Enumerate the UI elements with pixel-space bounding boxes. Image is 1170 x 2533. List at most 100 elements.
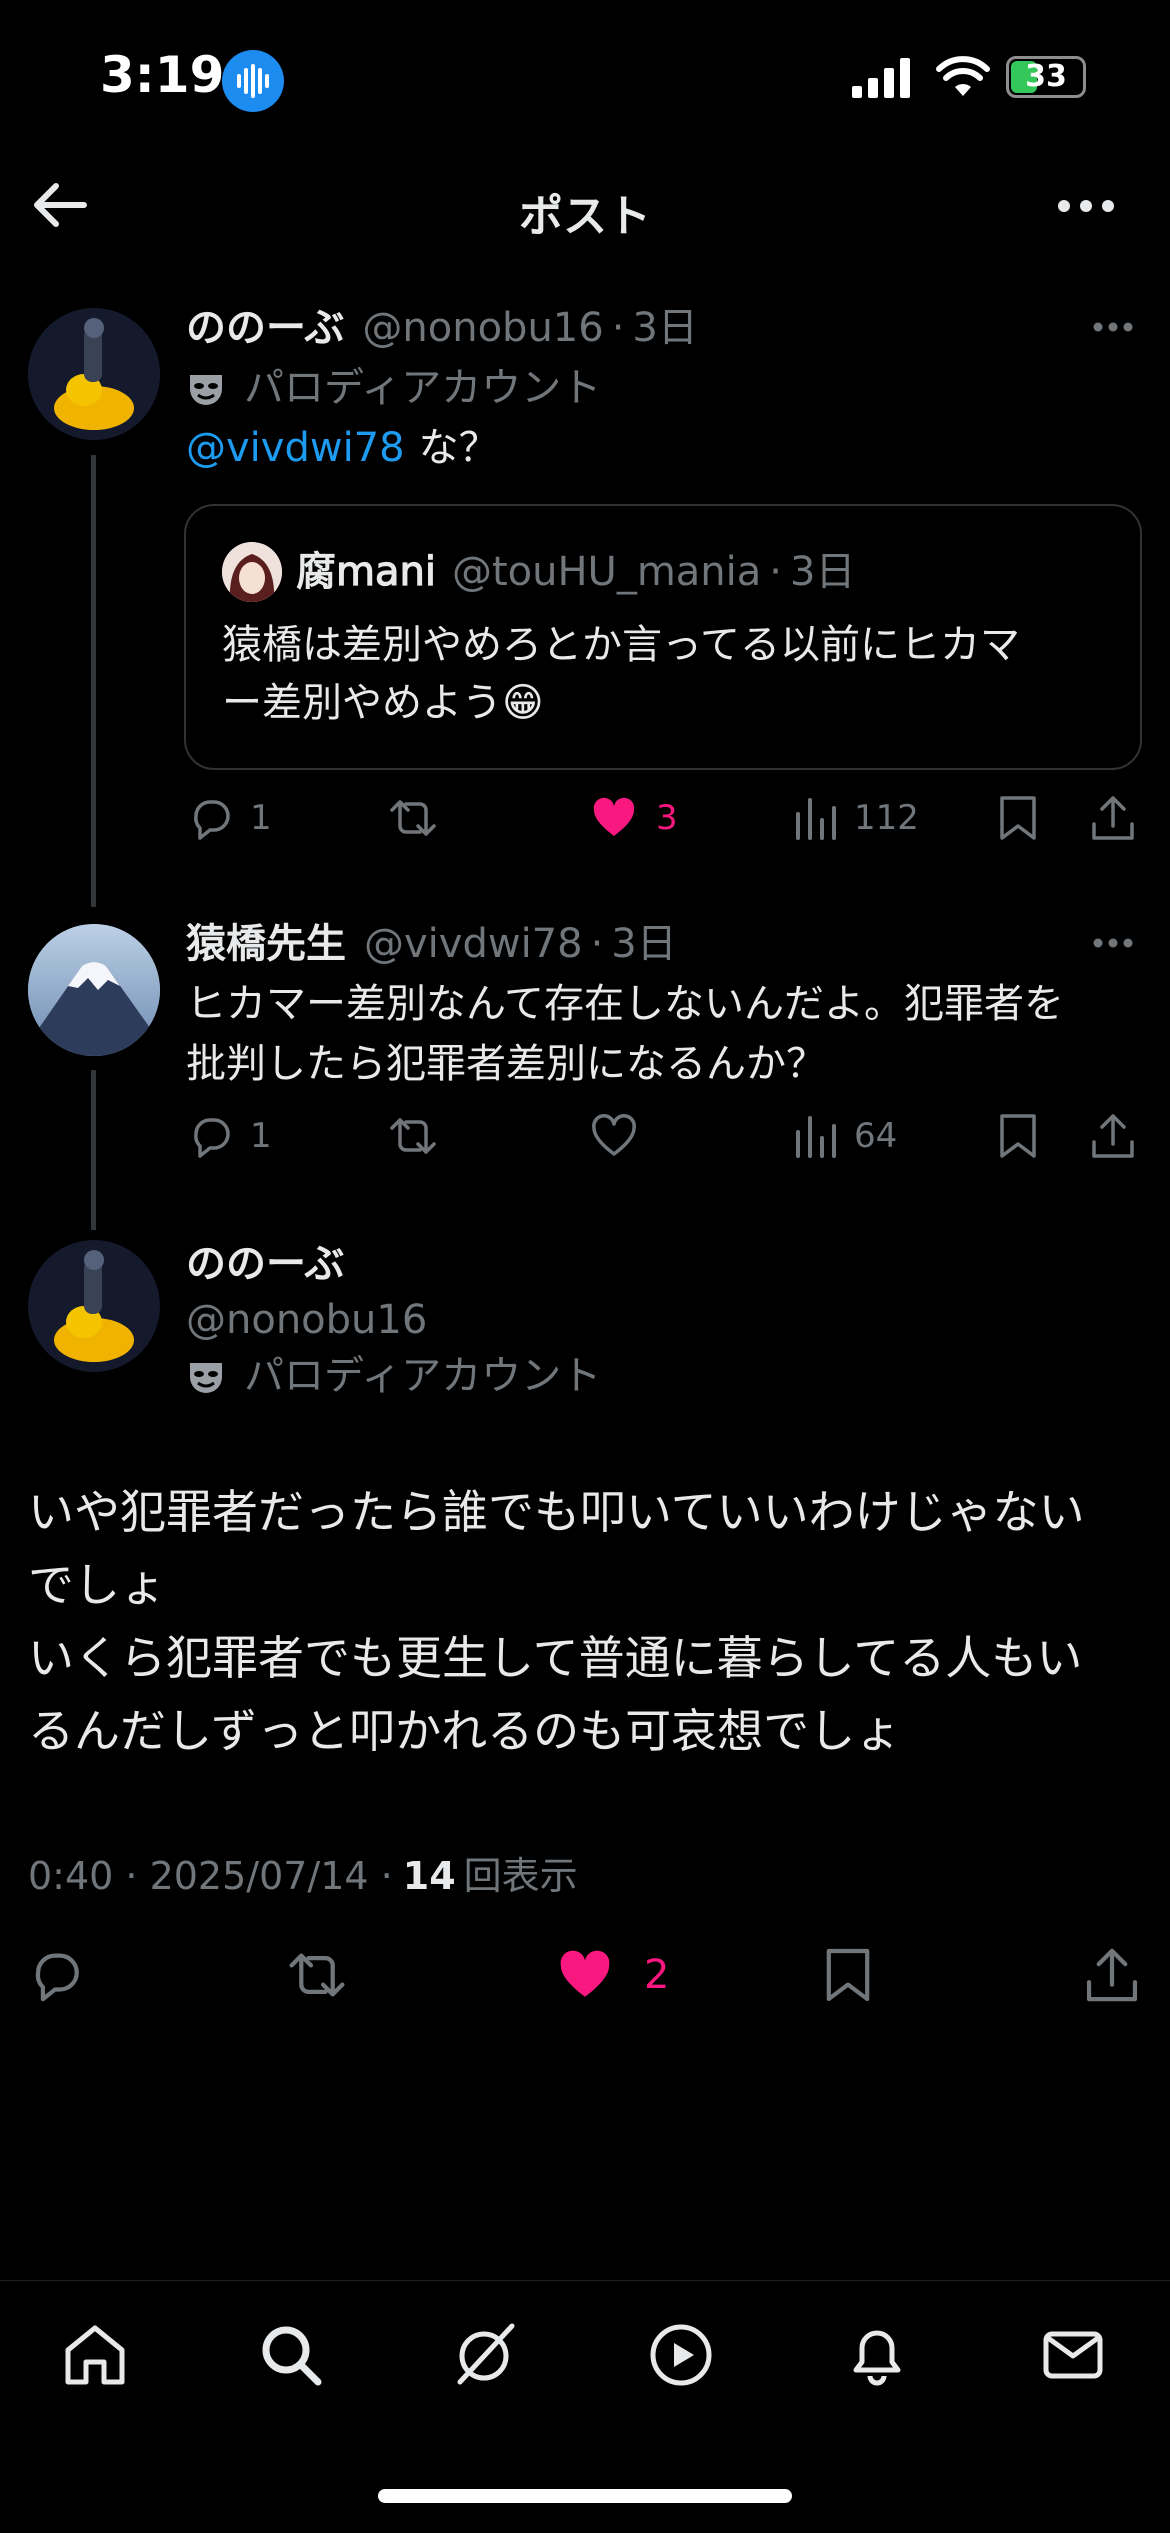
- post-text-line: ヒカマー差別なんて存在しないんだよ。犯罪者を: [186, 981, 1064, 1027]
- main-post-line: いや犯罪者だったら誰でも叩いていいわけじゃない: [28, 1485, 1085, 1539]
- post-meta: 0:40 · 2025/07/14 · 14 回表示: [28, 1850, 578, 1902]
- avatar[interactable]: [28, 308, 160, 440]
- separator-dot: ·: [769, 549, 782, 595]
- main-author: ののーぶ @nonobu16 パロディアカウント: [186, 1236, 601, 1404]
- home-icon[interactable]: [60, 2320, 130, 2394]
- reply-count: 1: [250, 1116, 272, 1156]
- share-button[interactable]: [1084, 1946, 1140, 2004]
- reply-button[interactable]: 1: [186, 794, 272, 842]
- main-post-line: るんだしずっと叩かれるのも可哀想でしょ: [28, 1704, 902, 1758]
- main-post-line: いくら犯罪者でも更生して普通に暮らしてる人もい: [28, 1631, 1083, 1685]
- like-button[interactable]: 3: [590, 794, 678, 842]
- separator-dot: ·: [590, 921, 604, 967]
- like-count: 3: [656, 798, 678, 838]
- quote-user-handle: @touHU_mania: [451, 549, 762, 595]
- heart-icon: [592, 1114, 636, 1156]
- mask-icon: [186, 368, 226, 408]
- bookmark-icon: [1000, 1114, 1036, 1158]
- share-icon: [1092, 1114, 1134, 1158]
- heart-filled-icon: [593, 797, 635, 836]
- notifications-icon[interactable]: [842, 2320, 912, 2394]
- quote-header: 腐𝗆𝖺𝗇𝗂 @touHU_mania · 3日: [296, 544, 855, 600]
- post-timestamp: 0:40 · 2025/07/14 ·: [28, 1854, 393, 1898]
- grok-icon[interactable]: [450, 2320, 520, 2394]
- user-handle[interactable]: @nonobu16: [362, 300, 603, 356]
- view-count: 64: [854, 1116, 898, 1156]
- display-name[interactable]: 猿橋先生: [186, 916, 346, 972]
- page-title: ポスト: [519, 191, 651, 242]
- home-indicator: [378, 2489, 792, 2503]
- avatar[interactable]: [28, 1240, 160, 1372]
- analytics-icon: [796, 798, 836, 840]
- reply-count: 1: [250, 798, 272, 838]
- view-count: 14: [402, 1854, 456, 1898]
- separator-dot: ·: [611, 305, 625, 351]
- views-button[interactable]: 64: [794, 1112, 897, 1160]
- parody-badge: パロディアカウント: [186, 360, 601, 416]
- parody-badge: パロディアカウント: [186, 1348, 601, 1404]
- repost-button[interactable]: [386, 794, 440, 842]
- post-header: ののーぶ @nonobu16 · 3日: [186, 300, 698, 356]
- parody-label: パロディアカウント: [244, 1353, 602, 1399]
- views-label: 回表示: [463, 1854, 578, 1898]
- repost-button[interactable]: [284, 1946, 350, 2004]
- display-name[interactable]: ののーぶ: [186, 1236, 601, 1292]
- like-button[interactable]: 2: [556, 1946, 669, 2004]
- avatar[interactable]: [28, 924, 160, 1056]
- reply-icon: [194, 1118, 230, 1158]
- voice-recording-icon: [222, 50, 284, 112]
- main-post-line: でしょ: [28, 1558, 166, 1612]
- views-button[interactable]: 112: [794, 794, 919, 842]
- post-body: な？: [418, 425, 499, 471]
- battery-icon: 33: [1006, 56, 1086, 98]
- post-more-icon[interactable]: [1092, 318, 1134, 337]
- quote-text-line: ー差別やめよう😁: [222, 680, 544, 726]
- analytics-icon: [796, 1116, 836, 1158]
- post-text: @vivdwi78 な？: [186, 420, 499, 476]
- post-text-line: 批判したら犯罪者差別になるんか？: [186, 1041, 826, 1087]
- bookmark-button[interactable]: [998, 1112, 1038, 1160]
- status-time: 3:19: [100, 46, 225, 104]
- mention-link[interactable]: @vivdwi78: [186, 420, 405, 476]
- battery-level: 33: [1025, 59, 1067, 94]
- heart-filled-icon: [560, 1950, 610, 1997]
- post-time: 3日: [611, 921, 677, 967]
- quote-text: 猿橋は差別やめろとか言ってる以前にヒカマ ー差別やめよう😁: [222, 616, 1020, 732]
- bookmark-icon: [826, 1948, 870, 2002]
- repost-icon: [390, 1118, 436, 1154]
- parody-label: パロディアカウント: [244, 365, 602, 411]
- share-icon: [1092, 796, 1134, 840]
- post-time: 3日: [632, 305, 698, 351]
- like-count: 2: [644, 1952, 670, 1998]
- more-options-icon[interactable]: [1056, 196, 1116, 220]
- user-handle[interactable]: @vivdwi78: [364, 916, 583, 972]
- reply-button[interactable]: [26, 1946, 84, 2004]
- repost-button[interactable]: [386, 1112, 440, 1160]
- post-header: 猿橋先生 @vivdwi78 · 3日: [186, 916, 677, 972]
- wifi-icon: [936, 56, 990, 102]
- bookmark-button[interactable]: [824, 1946, 872, 2004]
- share-button[interactable]: [1090, 794, 1136, 842]
- post-body: ヒカマー差別なんて存在しないんだよ。犯罪者を 批判したら犯罪者差別になるんか？: [186, 974, 1064, 1094]
- display-name[interactable]: ののーぶ: [186, 300, 344, 356]
- reply-icon: [194, 800, 230, 840]
- quote-text-line: 猿橋は差別やめろとか言ってる以前にヒカマ: [222, 622, 1020, 668]
- quote-display-name: 腐𝗆𝖺𝗇𝗂: [296, 549, 436, 595]
- bookmark-icon: [1000, 796, 1036, 840]
- reply-button[interactable]: 1: [186, 1112, 272, 1160]
- main-post-body: いや犯罪者だったら誰でも叩いていいわけじゃない でしょ いくら犯罪者でも更生して…: [28, 1476, 1085, 1768]
- share-button[interactable]: [1090, 1112, 1136, 1160]
- search-icon[interactable]: [256, 2320, 326, 2394]
- video-icon[interactable]: [646, 2320, 716, 2394]
- view-count: 112: [854, 798, 919, 838]
- thread-line: [91, 455, 96, 907]
- repost-icon: [289, 1953, 345, 1997]
- post-more-icon[interactable]: [1092, 934, 1134, 953]
- share-icon: [1086, 1948, 1138, 2002]
- bookmark-button[interactable]: [998, 794, 1038, 842]
- thread-line: [91, 1070, 96, 1230]
- user-handle[interactable]: @nonobu16: [186, 1292, 601, 1348]
- messages-icon[interactable]: [1038, 2320, 1108, 2394]
- like-button[interactable]: [590, 1112, 638, 1160]
- mask-icon: [186, 1356, 226, 1396]
